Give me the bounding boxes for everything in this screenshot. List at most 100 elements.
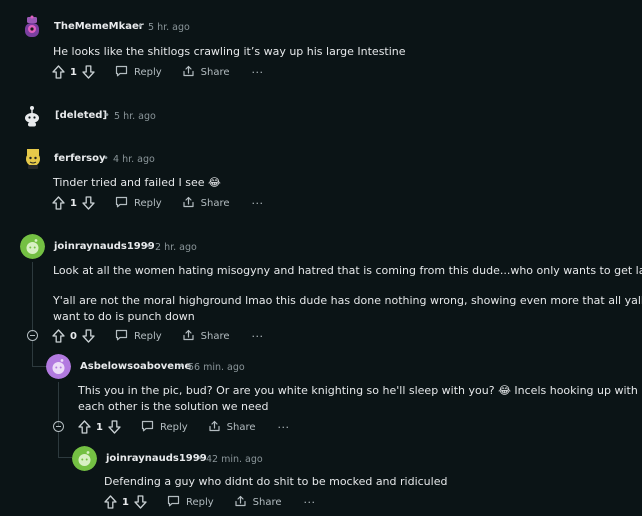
comment-timestamp[interactable]: 42 min. ago <box>206 454 263 465</box>
comment-bubble-icon <box>115 196 128 211</box>
comment-body-line: want to do is punch down <box>53 310 195 323</box>
comment-actions: 1 Reply Share ··· <box>52 194 264 212</box>
separator-dot: • <box>145 241 151 252</box>
reply-label: Reply <box>133 330 162 342</box>
share-icon <box>208 420 221 435</box>
separator-dot: • <box>104 110 110 121</box>
comment-body: Tinder tried and failed I see 😂 <box>53 175 221 191</box>
reply-button[interactable]: Reply <box>115 329 162 344</box>
upvote-icon[interactable] <box>78 420 91 434</box>
comment-actions: 1 Reply Share ··· <box>78 418 290 436</box>
avatar[interactable] <box>20 234 45 259</box>
comment-author[interactable]: joinraynauds1999 <box>106 453 207 464</box>
comment-thread: TheMemeMkaer • 5 hr. ago He looks like t… <box>0 0 642 516</box>
comment-actions: 1 Reply Share ··· <box>104 493 316 511</box>
downvote-icon[interactable] <box>82 65 95 79</box>
comment-timestamp[interactable]: 2 hr. ago <box>155 242 197 253</box>
collapse-thread-icon[interactable] <box>53 421 64 432</box>
upvote-icon[interactable] <box>52 329 65 343</box>
downvote-icon[interactable] <box>134 495 147 509</box>
vote-control: 1 <box>104 495 147 509</box>
separator-dot: • <box>178 361 184 372</box>
share-icon <box>182 65 195 80</box>
comment-body: He looks like the shitlogs crawling it’s… <box>53 44 406 60</box>
comment-body-line: each other is the solution we need <box>78 400 269 413</box>
avatar[interactable] <box>22 15 42 39</box>
thread-line[interactable] <box>58 382 59 426</box>
separator-dot: • <box>197 453 203 464</box>
avatar[interactable] <box>72 446 97 471</box>
downvote-icon[interactable] <box>82 196 95 210</box>
vote-control: 0 <box>52 329 95 343</box>
vote-count: 1 <box>70 197 77 209</box>
share-button[interactable]: Share <box>182 65 230 80</box>
reply-button[interactable]: Reply <box>167 495 214 510</box>
reply-label: Reply <box>159 421 188 433</box>
comment-author[interactable]: ferfersoy <box>54 153 105 164</box>
more-options-icon[interactable]: ··· <box>252 66 264 79</box>
vote-count: 1 <box>70 66 77 78</box>
comment-author[interactable]: Asbelowsoaboveme <box>80 361 191 372</box>
share-button[interactable]: Share <box>182 196 230 211</box>
comment-timestamp[interactable]: 4 hr. ago <box>113 154 155 165</box>
comment-body-line: This you in the pic, bud? Or are you whi… <box>78 384 638 397</box>
comment-author[interactable]: joinraynauds1999 <box>54 241 155 252</box>
deleted-user-icon <box>25 106 39 127</box>
avatar <box>23 104 41 128</box>
vote-count: 1 <box>96 421 103 433</box>
thread-branch <box>32 366 46 367</box>
reply-button[interactable]: Reply <box>115 196 162 211</box>
vote-count: 0 <box>70 330 77 342</box>
thread-line[interactable] <box>32 262 33 332</box>
thread-branch <box>32 341 33 367</box>
comment-timestamp[interactable]: 5 hr. ago <box>114 111 156 122</box>
default-snoo-avatar-icon <box>46 354 71 379</box>
downvote-icon[interactable] <box>108 420 121 434</box>
avatar[interactable] <box>46 354 71 379</box>
more-options-icon[interactable]: ··· <box>278 421 290 434</box>
comment-actions: 0 Reply Share ··· <box>52 327 264 345</box>
comment-body-line: He looks like the shitlogs crawling it’s… <box>53 45 406 58</box>
upvote-icon[interactable] <box>104 495 117 509</box>
more-options-icon[interactable]: ··· <box>304 496 316 509</box>
share-label: Share <box>200 330 230 342</box>
avatar[interactable] <box>23 146 43 170</box>
comment-timestamp[interactable]: 5 hr. ago <box>148 22 190 33</box>
share-icon <box>234 495 247 510</box>
share-label: Share <box>226 421 256 433</box>
vote-control: 1 <box>52 65 95 79</box>
comment-body: Defending a guy who didnt do shit to be … <box>104 474 447 490</box>
comment-body: This you in the pic, bud? Or are you whi… <box>78 383 638 415</box>
reply-button[interactable]: Reply <box>141 420 188 435</box>
upvote-icon[interactable] <box>52 65 65 79</box>
share-button[interactable]: Share <box>208 420 256 435</box>
share-label: Share <box>200 197 230 209</box>
collapse-thread-icon[interactable] <box>27 330 38 341</box>
snoo-avatar-icon <box>26 149 40 169</box>
comment-bubble-icon <box>167 495 180 510</box>
reply-button[interactable]: Reply <box>115 65 162 80</box>
comment-timestamp[interactable]: 56 min. ago <box>188 362 245 373</box>
comment-bubble-icon <box>115 329 128 344</box>
downvote-icon[interactable] <box>82 329 95 343</box>
snoo-avatar-icon <box>25 15 39 37</box>
share-button[interactable]: Share <box>234 495 282 510</box>
comment-bubble-icon <box>115 65 128 80</box>
comment-body-line: Tinder tried and failed I see 😂 <box>53 176 221 189</box>
share-icon <box>182 329 195 344</box>
reply-label: Reply <box>185 496 214 508</box>
share-label: Share <box>252 496 282 508</box>
share-button[interactable]: Share <box>182 329 230 344</box>
comment-bubble-icon <box>141 420 154 435</box>
share-label: Share <box>200 66 230 78</box>
more-options-icon[interactable]: ··· <box>252 197 264 210</box>
upvote-icon[interactable] <box>52 196 65 210</box>
comment-author[interactable]: TheMemeMkaer <box>54 21 144 32</box>
more-options-icon[interactable]: ··· <box>252 330 264 343</box>
reply-label: Reply <box>133 197 162 209</box>
comment-author: [deleted] <box>55 110 108 121</box>
vote-control: 1 <box>78 420 121 434</box>
share-icon <box>182 196 195 211</box>
comment-body-line: Defending a guy who didnt do shit to be … <box>104 475 448 488</box>
comment-body-line: Y'all are not the moral highground lmao … <box>53 294 642 307</box>
